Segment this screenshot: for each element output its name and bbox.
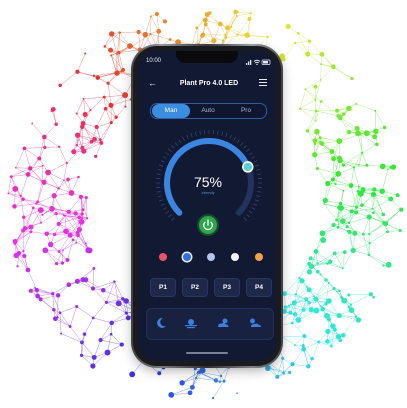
- dial-tick: [251, 156, 256, 159]
- dial-tick: [186, 134, 189, 139]
- preset-p4-button[interactable]: P4: [246, 278, 272, 297]
- dial-tick: [256, 168, 261, 171]
- dial-tick: [160, 160, 165, 163]
- color-channel-dot[interactable]: [207, 253, 215, 261]
- dial-tick: [254, 199, 259, 202]
- dial-tick: [168, 214, 172, 218]
- dial-tick: [182, 136, 185, 141]
- dial-tick: [171, 217, 175, 221]
- dial-tick: [221, 131, 224, 136]
- dial-tick: [248, 152, 253, 156]
- color-channel-dot[interactable]: [183, 253, 191, 261]
- dial-tick: [217, 130, 219, 135]
- dial-tick: [253, 160, 258, 163]
- dial-tick: [159, 164, 164, 167]
- dial-tick: [243, 145, 247, 149]
- dial-tick: [199, 130, 201, 135]
- dial-knob: [242, 161, 254, 173]
- dial-tick: [168, 148, 172, 152]
- cloud-sun-icon[interactable]: [248, 316, 262, 330]
- preset-p2-button[interactable]: P2: [182, 278, 208, 297]
- dial-tick: [157, 195, 162, 198]
- dial-tick: [171, 145, 175, 149]
- dial-tick: [254, 164, 259, 167]
- dial-tick: [162, 156, 167, 159]
- dial-tick: [253, 203, 258, 206]
- preset-p1-button[interactable]: P1: [150, 278, 176, 297]
- sunny-cloud-icon[interactable]: [216, 316, 230, 330]
- dial-tick: [248, 210, 253, 214]
- dial-tick: [257, 173, 262, 175]
- color-channel-dot[interactable]: [231, 253, 239, 261]
- dial-tick: [162, 207, 167, 210]
- dial-tick: [194, 131, 197, 136]
- power-icon: [203, 219, 213, 231]
- color-channel-dot[interactable]: [159, 253, 167, 261]
- home-indicator: [186, 352, 228, 354]
- dial-tick: [240, 142, 244, 146]
- dial-tick: [165, 152, 170, 156]
- dial-tick: [159, 199, 164, 202]
- dial-tick: [156, 173, 161, 175]
- intensity-value: 75%: [193, 174, 223, 190]
- preset-p3-button[interactable]: P3: [214, 278, 240, 297]
- intensity-label: Intensity: [201, 191, 215, 195]
- power-button[interactable]: [199, 216, 217, 234]
- dial-tick: [256, 195, 261, 198]
- dial-tick: [236, 139, 240, 144]
- dial-tick: [160, 203, 165, 206]
- dial-tick: [165, 210, 170, 214]
- dial-tick: [156, 191, 161, 193]
- dial-tick: [190, 133, 193, 138]
- dial-tick: [243, 217, 247, 221]
- dial-tick: [157, 168, 162, 171]
- intensity-dial[interactable]: [0, 0, 407, 408]
- dial-tick: [246, 148, 250, 152]
- moon-icon[interactable]: [154, 316, 168, 330]
- dial-tick: [233, 136, 236, 141]
- dial-tick: [174, 142, 178, 146]
- dial-tick: [225, 133, 228, 138]
- sunrise-icon[interactable]: [184, 316, 198, 330]
- dial-tick: [246, 214, 250, 218]
- color-channel-dot[interactable]: [255, 253, 263, 261]
- dial-tick: [257, 191, 262, 193]
- dial-tick: [251, 207, 256, 210]
- dial-tick: [229, 134, 232, 139]
- dial-tick: [178, 139, 182, 144]
